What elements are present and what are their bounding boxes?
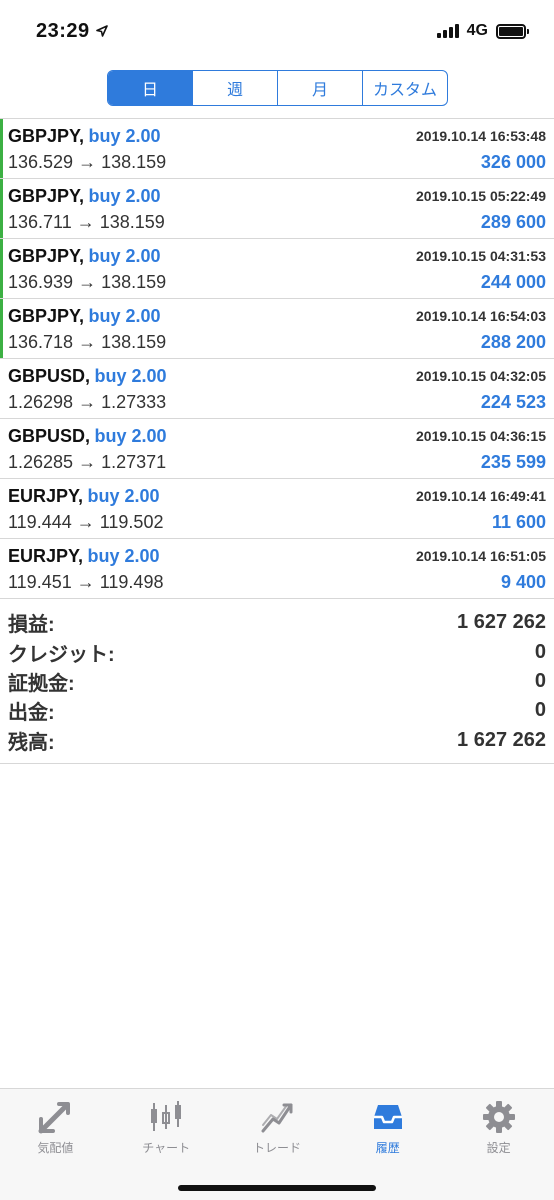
trade-profit: 235 599 <box>480 451 546 472</box>
trade-row[interactable]: GBPUSD, buy 2.00 2019.10.15 04:32:05 1.2… <box>0 359 554 419</box>
tab-label: トレード <box>252 1141 301 1155</box>
battery-icon <box>496 23 529 39</box>
trade-row[interactable]: GBPJPY, buy 2.00 2019.10.14 16:54:03 136… <box>0 299 554 359</box>
trade-symbol: GBPJPY, <box>8 305 85 326</box>
summary-withdrawal: 出金: 0 <box>8 696 546 725</box>
trade-row[interactable]: EURJPY, buy 2.00 2019.10.14 16:51:05 119… <box>0 539 554 599</box>
trade-side: buy 2.00 <box>88 245 161 266</box>
trade-profit: 9 400 <box>500 571 546 592</box>
trade-prices: 1.26298 → 1.27333 <box>8 391 167 412</box>
summary-balance: 残高: 1 627 262 <box>8 726 546 755</box>
trade-profit: 288 200 <box>480 331 546 352</box>
trade-side: buy 2.00 <box>88 305 161 326</box>
summary-value: 0 <box>534 669 546 692</box>
trade-side: buy 2.00 <box>88 185 161 206</box>
summary-label: 出金: <box>8 702 55 725</box>
tab-label: チャート <box>142 1141 191 1155</box>
tab-label: 気配値 <box>37 1141 74 1155</box>
trade-time: 2019.10.14 16:54:03 <box>416 308 546 324</box>
tab-chart[interactable]: チャート <box>111 1089 222 1200</box>
trade-symbol: GBPJPY, <box>8 125 85 146</box>
home-indicator[interactable] <box>178 1185 376 1191</box>
status-bar: 23:29 4G <box>0 0 554 62</box>
trade-time: 2019.10.15 04:31:53 <box>416 248 546 264</box>
summary-label: クレジット: <box>8 643 115 666</box>
trade-prices: 136.939 → 138.159 <box>8 271 167 292</box>
tab-trade[interactable]: トレード <box>222 1089 333 1200</box>
status-time-group: 23:29 <box>36 20 108 43</box>
trade-icon <box>261 1103 293 1133</box>
trade-profit: 289 600 <box>480 211 546 232</box>
summary-label: 残高: <box>8 731 55 754</box>
summary-label: 損益: <box>8 614 55 637</box>
network-type: 4G <box>466 22 488 39</box>
trade-prices: 136.718 → 138.159 <box>8 331 167 352</box>
summary-value: 0 <box>534 699 546 722</box>
bottom-tab-bar: 気配値 チャート トレード 履歴 設定 <box>0 1088 554 1200</box>
settings-gear-icon <box>482 1101 515 1133</box>
trade-row[interactable]: EURJPY, buy 2.00 2019.10.14 16:49:41 119… <box>0 479 554 539</box>
account-summary: 損益: 1 627 262 クレジット: 0 証拠金: 0 出金: 0 残高: … <box>0 604 554 764</box>
trade-row[interactable]: GBPJPY, buy 2.00 2019.10.15 05:22:49 136… <box>0 179 554 239</box>
tab-day[interactable]: 日 <box>108 71 192 105</box>
trade-symbol: GBPUSD, <box>8 425 91 446</box>
summary-label: 証拠金: <box>8 672 75 695</box>
trade-row[interactable]: GBPJPY, buy 2.00 2019.10.14 16:53:48 136… <box>0 119 554 179</box>
trade-profit: 244 000 <box>480 271 546 292</box>
status-indicators: 4G <box>436 22 529 40</box>
trade-prices: 119.444 → 119.502 <box>8 511 164 532</box>
trade-symbol: GBPUSD, <box>8 365 91 386</box>
trade-history-list: GBPJPY, buy 2.00 2019.10.14 16:53:48 136… <box>0 118 554 599</box>
trade-symbol: EURJPY, <box>8 545 84 566</box>
trade-symbol: GBPJPY, <box>8 245 85 266</box>
tab-week[interactable]: 週 <box>192 71 277 105</box>
trade-time: 2019.10.14 16:51:05 <box>416 548 546 564</box>
period-selector: 日 週 月 カスタム <box>107 70 448 106</box>
candlestick-chart-icon <box>151 1101 182 1131</box>
tab-settings[interactable]: 設定 <box>443 1089 554 1200</box>
trade-profit: 224 523 <box>480 391 546 412</box>
trade-time: 2019.10.14 16:53:48 <box>416 128 546 144</box>
tab-quotes[interactable]: 気配値 <box>0 1089 111 1200</box>
tab-month[interactable]: 月 <box>277 71 362 105</box>
summary-value: 1 627 262 <box>457 611 546 634</box>
trade-time: 2019.10.15 04:36:15 <box>416 428 546 444</box>
trade-profit: 11 600 <box>491 511 546 532</box>
history-tray-icon <box>373 1105 402 1129</box>
clock: 23:29 <box>36 19 90 42</box>
trade-side: buy 2.00 <box>87 545 160 566</box>
trade-symbol: EURJPY, <box>8 485 84 506</box>
trade-profit: 326 000 <box>480 151 546 172</box>
trade-prices: 1.26285 → 1.27371 <box>8 451 167 472</box>
tab-label: 設定 <box>486 1141 511 1155</box>
trade-prices: 136.711 → 138.159 <box>8 211 165 232</box>
trade-side: buy 2.00 <box>94 365 167 386</box>
trade-side: buy 2.00 <box>94 425 167 446</box>
trade-symbol: GBPJPY, <box>8 185 85 206</box>
summary-deposit: 証拠金: 0 <box>8 667 546 696</box>
trade-side: buy 2.00 <box>87 485 160 506</box>
tab-label: 履歴 <box>375 1141 400 1155</box>
summary-value: 1 627 262 <box>457 728 546 751</box>
summary-value: 0 <box>534 640 546 663</box>
summary-credit: クレジット: 0 <box>8 637 546 666</box>
trade-time: 2019.10.15 04:32:05 <box>416 368 546 384</box>
tab-history[interactable]: 履歴 <box>332 1089 443 1200</box>
signal-icon <box>436 24 459 38</box>
tab-custom[interactable]: カスタム <box>362 71 447 105</box>
trade-prices: 136.529 → 138.159 <box>8 151 167 172</box>
quotes-icon <box>38 1102 71 1134</box>
location-arrow-icon <box>95 25 108 37</box>
trade-side: buy 2.00 <box>88 125 161 146</box>
trade-row[interactable]: GBPUSD, buy 2.00 2019.10.15 04:36:15 1.2… <box>0 419 554 479</box>
trade-time: 2019.10.15 05:22:49 <box>416 188 546 204</box>
trade-prices: 119.451 → 119.498 <box>8 571 164 592</box>
trade-row[interactable]: GBPJPY, buy 2.00 2019.10.15 04:31:53 136… <box>0 239 554 299</box>
summary-profit: 損益: 1 627 262 <box>8 608 546 637</box>
trade-time: 2019.10.14 16:49:41 <box>416 488 546 504</box>
